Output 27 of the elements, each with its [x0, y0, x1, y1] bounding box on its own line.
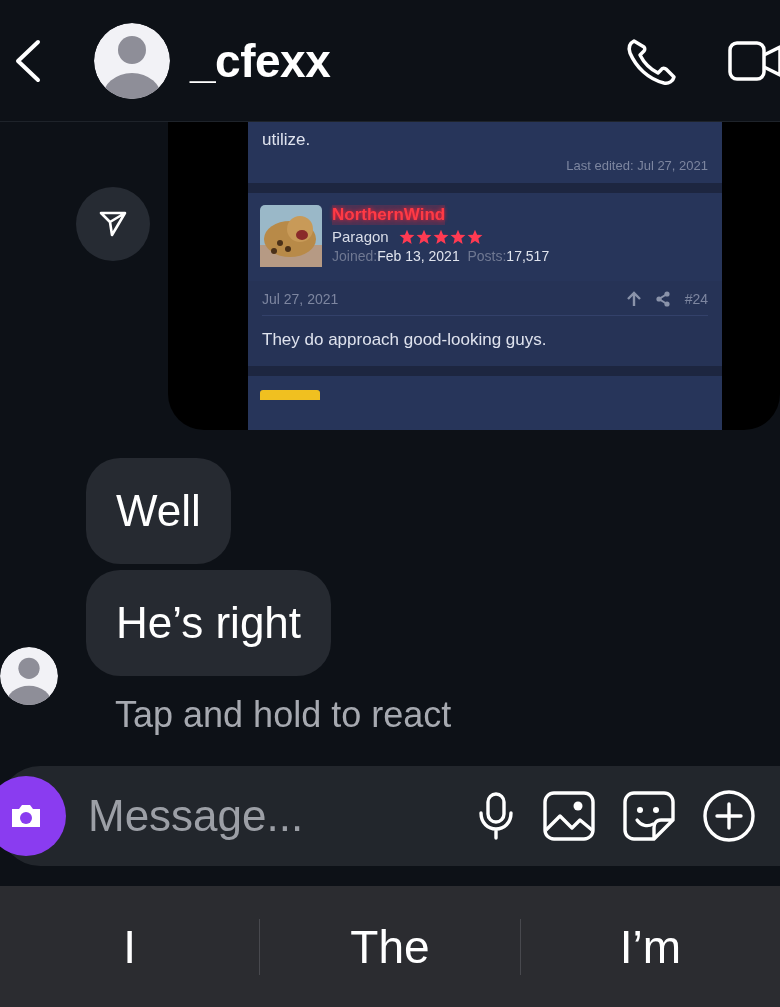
message-bubble[interactable]: He’s right: [86, 570, 332, 676]
shared-screenshot[interactable]: utilize. Last edited: Jul 27, 2021 NorthernWind Paragon Joined:Feb 13, 2021 Posts:17,517 Jul 27, 2021 #24 They do approach good-looking guys.: [168, 122, 780, 430]
post-text: utilize.: [262, 130, 312, 150]
microphone-icon[interactable]: [476, 791, 516, 841]
image-icon[interactable]: [542, 790, 596, 842]
up-arrow-icon[interactable]: [626, 291, 641, 307]
add-icon[interactable]: [702, 789, 756, 843]
post-date: Jul 27, 2021: [262, 291, 339, 307]
suggestion[interactable]: I’m: [520, 906, 780, 987]
sticker-icon[interactable]: [622, 790, 676, 842]
camera-icon[interactable]: [9, 802, 43, 830]
avatar-icon[interactable]: [0, 646, 58, 706]
camera-button[interactable]: [0, 776, 66, 856]
suggestion[interactable]: The: [260, 906, 520, 987]
share-icon[interactable]: [654, 291, 671, 307]
user-rank: Paragon: [332, 228, 389, 245]
post-text: They do approach good-looking guys.: [262, 330, 548, 351]
video-icon[interactable]: [728, 38, 780, 83]
join-info: Joined:Feb 13, 2021 Posts:17,517: [332, 248, 550, 264]
username[interactable]: _cfexx: [190, 33, 331, 88]
last-edited: Last edited: Jul 27, 2021: [566, 158, 708, 173]
react-hint: Tap and hold to react: [115, 694, 453, 736]
paper-plane-icon[interactable]: [98, 209, 128, 239]
suggestion[interactable]: I: [0, 906, 260, 987]
back-icon[interactable]: [14, 38, 42, 83]
message-bubble[interactable]: Well: [86, 458, 231, 564]
avatar-icon[interactable]: [94, 22, 170, 99]
